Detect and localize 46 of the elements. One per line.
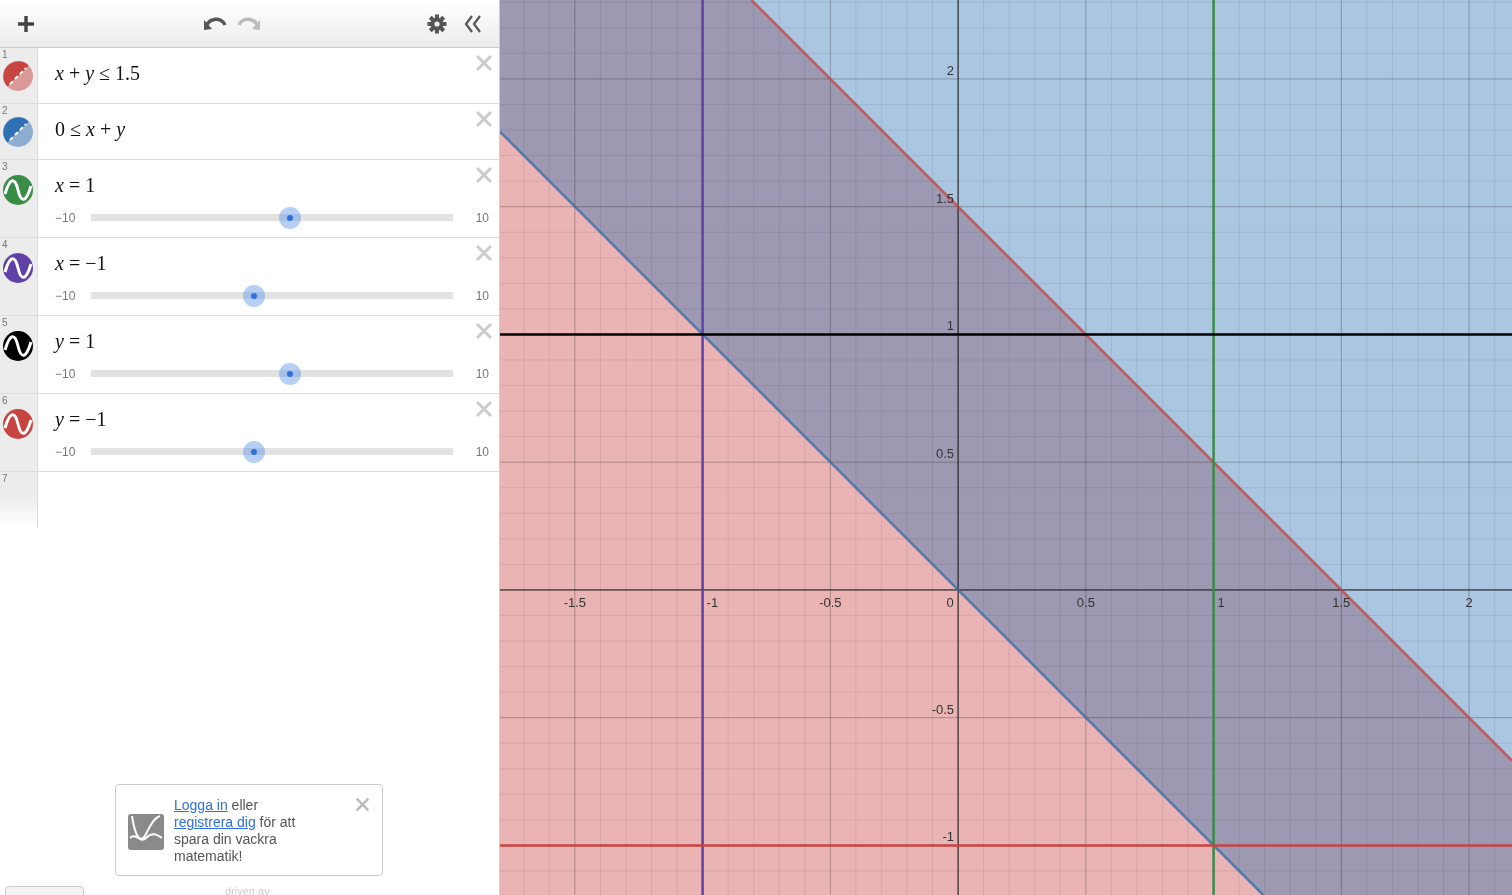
slider-max: 10 xyxy=(474,289,489,303)
expression-math[interactable]: x = 1 xyxy=(55,174,96,197)
expression-math[interactable]: y = 1 xyxy=(55,330,96,353)
slider-max: 10 xyxy=(474,367,489,381)
expression-math[interactable]: 0 ≤ x + y xyxy=(55,118,126,141)
wave-style-icon[interactable] xyxy=(3,331,33,361)
x-tick-label: -1 xyxy=(706,594,719,610)
y-tick-label: 2 xyxy=(946,62,955,78)
x-tick-label: 1.5 xyxy=(1332,594,1351,610)
login-link[interactable]: Logga in xyxy=(174,797,228,813)
slider-min: −10 xyxy=(55,445,77,459)
row-number: 7 xyxy=(2,473,8,484)
slider-thumb[interactable] xyxy=(279,363,302,385)
inequality-style-icon[interactable] xyxy=(3,117,33,147)
row-number: 1 xyxy=(2,49,8,60)
expression-math[interactable]: x + y ≤ 1.5 xyxy=(55,62,141,85)
login-message: Logga in eller registrera dig för att spara din vackra matematik! xyxy=(174,797,297,866)
y-tick-label: 1 xyxy=(946,318,955,334)
row-number: 4 xyxy=(2,239,8,250)
wave-style-icon[interactable] xyxy=(3,253,33,283)
register-link[interactable]: registrera dig xyxy=(174,814,256,830)
slider-min: −10 xyxy=(55,367,77,381)
y-tick-label: 0.5 xyxy=(936,446,955,462)
x-tick-label: 0 xyxy=(946,594,954,610)
slider-min: −10 xyxy=(55,289,77,303)
row-number: 5 xyxy=(2,317,8,328)
x-tick-label: 2 xyxy=(1465,594,1473,610)
y-tick-label: -1 xyxy=(942,829,955,845)
expression-math[interactable]: y = −1 xyxy=(55,408,107,431)
slider-thumb[interactable] xyxy=(242,285,265,307)
row-number: 3 xyxy=(2,161,8,172)
slider-min: −10 xyxy=(55,211,77,225)
slider-thumb[interactable] xyxy=(279,207,302,229)
row-number: 2 xyxy=(2,105,8,116)
slider-thumb[interactable] xyxy=(242,441,265,463)
expression-math[interactable]: x = −1 xyxy=(55,252,107,275)
x-tick-label: -1.5 xyxy=(563,594,587,610)
inequality-style-icon[interactable] xyxy=(3,61,33,91)
x-tick-label: 0.5 xyxy=(1076,594,1095,610)
y-tick-label: -0.5 xyxy=(931,701,955,717)
x-tick-label: -0.5 xyxy=(819,594,842,610)
graph-logo-icon xyxy=(128,814,164,850)
x-tick-label: 1 xyxy=(1217,594,1225,610)
slider-max: 10 xyxy=(474,445,489,459)
slider-max: 10 xyxy=(474,211,489,225)
row-number: 6 xyxy=(2,395,8,406)
